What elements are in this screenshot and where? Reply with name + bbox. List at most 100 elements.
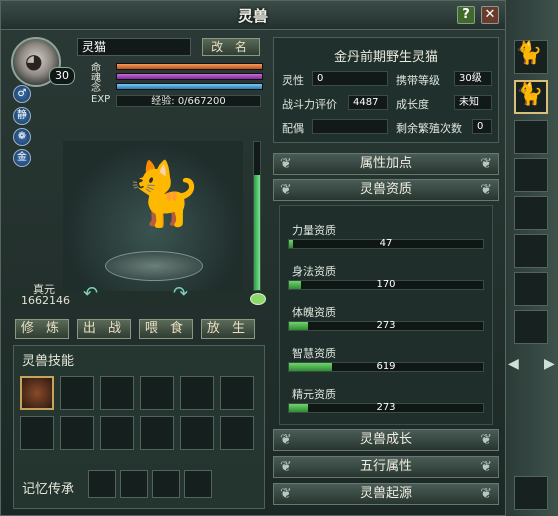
aptitude-label: 身法资质 xyxy=(292,265,336,278)
window-title: 灵兽 xyxy=(237,7,268,25)
feed-button[interactable]: 喂 食 xyxy=(139,319,193,339)
pet-platform xyxy=(105,251,203,281)
scroll-ornament-icon: ❦ xyxy=(280,459,292,475)
skill-slot[interactable] xyxy=(220,416,254,450)
memory-slot[interactable] xyxy=(120,470,148,498)
aptitude-bar: 273 xyxy=(288,320,484,331)
rotate-right-icon[interactable]: ↷ xyxy=(173,283,188,304)
scroll-ornament-icon: ❦ xyxy=(280,486,292,502)
skill-slot[interactable] xyxy=(220,376,254,410)
cultivate-button[interactable]: 修 炼 xyxy=(15,319,69,339)
section-attr-points-label: 属性加点 xyxy=(359,156,412,171)
skill-slot[interactable] xyxy=(100,416,134,450)
memory-slot[interactable] xyxy=(184,470,212,498)
cat-icon: 🐈 xyxy=(516,82,544,107)
skills-title: 灵兽技能 xyxy=(22,354,75,369)
aptitude-bar: 170 xyxy=(288,279,484,290)
section-growth-label: 灵兽成长 xyxy=(359,432,412,447)
aptitude-bar: 47 xyxy=(288,238,484,249)
growth-label: 成长度 xyxy=(396,98,429,111)
skill-slot[interactable] xyxy=(20,376,54,410)
zhenyuan-value: 1662146 xyxy=(21,294,70,307)
mind-label: 念 xyxy=(91,83,101,94)
calm-icon[interactable]: 静 xyxy=(13,107,31,125)
scroll-ornament-icon: ❦ xyxy=(480,486,492,502)
skill-slot[interactable] xyxy=(20,416,54,450)
mate-value xyxy=(312,119,388,134)
skill-slot[interactable] xyxy=(180,376,214,410)
memory-inherit-label: 记忆传承 xyxy=(22,482,75,497)
pet-level-badge: 30 xyxy=(49,67,75,85)
memory-slot[interactable] xyxy=(152,470,180,498)
skill-slot[interactable] xyxy=(180,416,214,450)
life-bar xyxy=(116,63,263,70)
aptitude-value: 619 xyxy=(376,361,396,372)
zhenyuan-gauge xyxy=(253,141,261,291)
memory-slot[interactable] xyxy=(88,470,116,498)
aptitude-value: 273 xyxy=(376,402,396,413)
close-button[interactable]: ✕ xyxy=(481,6,499,24)
pet-list-slot[interactable] xyxy=(514,310,548,344)
pet-list-slot[interactable] xyxy=(514,272,548,306)
pet-list-slot[interactable] xyxy=(514,158,548,192)
paw-icon[interactable]: ❁ xyxy=(13,128,31,146)
skill-slot[interactable] xyxy=(60,376,94,410)
scroll-ornament-icon: ❦ xyxy=(280,182,292,198)
release-button[interactable]: 放 生 xyxy=(201,319,255,339)
scroll-ornament-icon: ❦ xyxy=(480,432,492,448)
section-origin-label: 灵兽起源 xyxy=(359,486,412,501)
rename-button[interactable]: 改 名 xyxy=(202,38,260,56)
gender-male-icon[interactable]: ♂ xyxy=(13,85,31,103)
pet-list-slot[interactable] xyxy=(514,120,548,154)
deploy-button[interactable]: 出 战 xyxy=(77,319,131,339)
metal-element-icon[interactable]: 金 xyxy=(13,149,31,167)
help-button[interactable]: ? xyxy=(457,6,475,24)
scroll-ornament-icon: ❦ xyxy=(480,459,492,475)
aptitude-bar: 273 xyxy=(288,402,484,413)
section-aptitude[interactable]: ❦ 灵兽资质 ❦ xyxy=(273,179,499,201)
cat-model-icon: 🐈 xyxy=(125,157,203,230)
aptitude-value: 170 xyxy=(376,279,396,290)
growth-value: 未知 xyxy=(454,95,492,110)
pet-list-slot[interactable] xyxy=(514,196,548,230)
arrow-left-icon[interactable]: ◀ xyxy=(508,356,519,372)
pet-name-field[interactable]: 灵猫 xyxy=(77,38,191,56)
mind-bar xyxy=(116,83,263,90)
pet-list-slot-selected[interactable]: 🐈 xyxy=(514,80,548,114)
scroll-ornament-icon: ❦ xyxy=(280,432,292,448)
aptitude-label: 体魄资质 xyxy=(292,306,336,319)
aptitude-label: 力量资质 xyxy=(292,224,336,237)
exp-bar: 经验: 0/667200 xyxy=(116,95,261,107)
rotate-left-icon[interactable]: ↶ xyxy=(83,283,98,304)
skill-slot[interactable] xyxy=(100,376,134,410)
arrow-right-icon[interactable]: ▶ xyxy=(544,356,555,372)
cat-face-icon: ◕ xyxy=(25,49,43,73)
scroll-ornament-icon: ❦ xyxy=(480,156,492,172)
pet-list-slot[interactable]: 🐈 xyxy=(514,40,548,74)
pet-list-slot[interactable] xyxy=(514,234,548,268)
section-growth[interactable]: ❦ 灵兽成长 ❦ xyxy=(273,429,499,451)
skill-slot[interactable] xyxy=(140,376,174,410)
cat-icon: 🐈 xyxy=(515,41,543,66)
skill-slot[interactable] xyxy=(60,416,94,450)
aptitude-value: 273 xyxy=(376,320,396,331)
aptitude-label: 智慧资质 xyxy=(292,347,336,360)
carry-level-value: 30级 xyxy=(454,71,492,86)
pet-rank-title: 金丹前期野生灵猫 xyxy=(333,50,438,65)
skill-slot[interactable] xyxy=(140,416,174,450)
carry-level-label: 携带等级 xyxy=(396,74,440,87)
breed-count-label: 剩余繁殖次数 xyxy=(396,122,462,135)
title-bar[interactable]: 灵兽 ? ✕ xyxy=(1,1,505,30)
power-label: 战斗力评价 xyxy=(282,98,337,111)
section-attr-points[interactable]: ❦ 属性加点 ❦ xyxy=(273,153,499,175)
pet-model-view[interactable]: 🐈 xyxy=(63,141,243,291)
pet-list-slot[interactable] xyxy=(514,476,548,510)
aptitude-label: 精元资质 xyxy=(292,388,336,401)
spirit-value: 0 xyxy=(312,71,388,86)
section-five-elements[interactable]: ❦ 五行属性 ❦ xyxy=(273,456,499,478)
pet-info-panel: 金丹前期野生灵猫 灵性 0 携带等级 30级 战斗力评价 4487 成长度 未知… xyxy=(273,37,499,143)
section-origin[interactable]: ❦ 灵兽起源 ❦ xyxy=(273,483,499,505)
pet-window: 灵兽 ? ✕ ◕ 30 灵猫 改 名 命 魂 念 EXP 经验: 0/66720… xyxy=(0,0,506,516)
aptitude-bar: 619 xyxy=(288,361,484,372)
mate-label: 配偶 xyxy=(282,122,304,135)
